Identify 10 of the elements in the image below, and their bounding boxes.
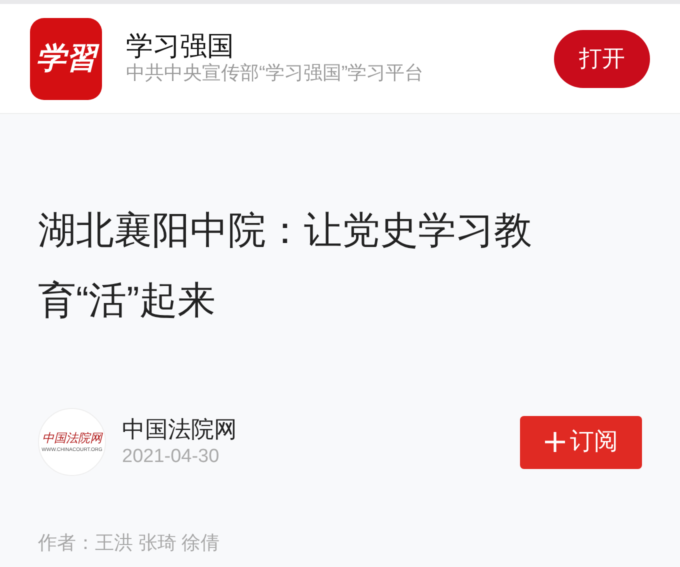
app-subtitle: 中共中央宣传部“学习强国”学习平台 — [126, 62, 425, 86]
author-line: 作者：王洪 张琦 徐倩 — [38, 532, 221, 556]
article-title: 湖北襄阳中院：让党史学习教育“活”起来 — [38, 209, 533, 324]
publish-date: 2021-04-30 — [122, 444, 220, 469]
plus-icon — [544, 431, 566, 453]
open-button[interactable]: 打开 — [554, 30, 650, 88]
app-title: 学习强国 — [126, 30, 235, 62]
app-logo: 学習 — [30, 18, 102, 100]
source-name[interactable]: 中国法院网 — [122, 414, 520, 445]
subscribe-button[interactable]: 订阅 — [520, 416, 642, 468]
